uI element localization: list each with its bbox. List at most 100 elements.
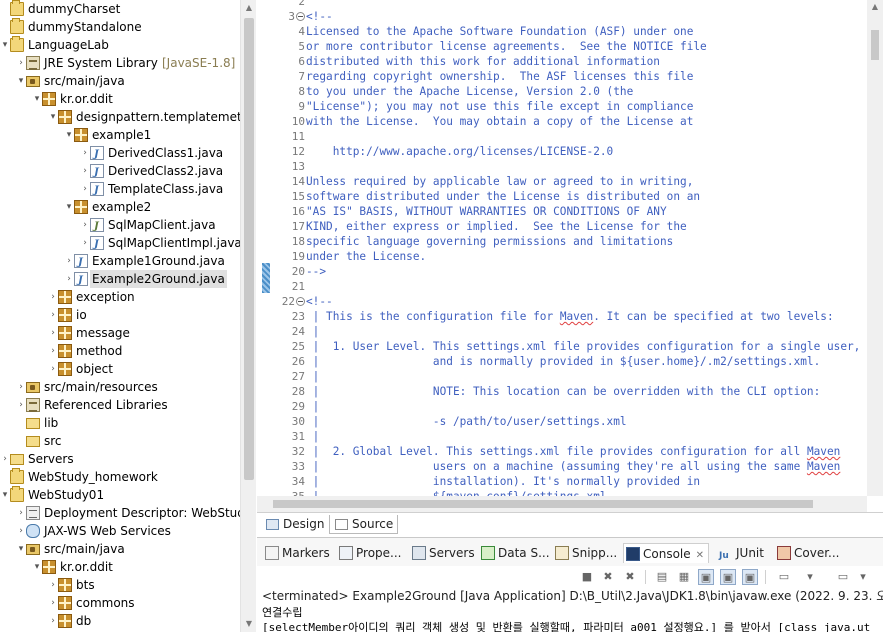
fold-toggle-icon[interactable] xyxy=(296,297,305,306)
expand-arrow-icon[interactable]: › xyxy=(80,216,90,234)
code-line[interactable]: with the License. You may obtain a copy … xyxy=(306,114,693,129)
tree-item[interactable]: src xyxy=(0,432,240,450)
code-line[interactable]: to you under the Apache License, Version… xyxy=(306,84,633,99)
pin-console-icon[interactable]: ▣ xyxy=(742,569,758,585)
tree-item[interactable]: › object xyxy=(0,360,240,378)
code-line[interactable]: under the License. xyxy=(306,249,426,264)
code-line[interactable]: | This is the configuration file for Mav… xyxy=(306,309,834,324)
change-marker[interactable] xyxy=(262,263,270,293)
tab-snippets[interactable]: Snipp... xyxy=(553,543,617,563)
expand-arrow-icon[interactable]: › xyxy=(64,252,74,270)
tab-markers[interactable]: Markers xyxy=(263,543,330,563)
expand-arrow-icon[interactable]: › xyxy=(48,324,58,342)
tree-item[interactable]: ▾ src/main/java xyxy=(0,540,240,558)
code-line[interactable]: | 1. User Level. This settings.xml file … xyxy=(306,339,861,354)
explorer-scrollbar[interactable]: ▲ ▼ xyxy=(240,0,256,632)
expand-arrow-icon[interactable]: › xyxy=(16,378,26,396)
display-selected-console-dropdown-icon[interactable]: ▾ xyxy=(802,569,818,585)
expand-arrow-icon[interactable]: › xyxy=(80,162,90,180)
code-line[interactable]: KIND, either express or implied. See the… xyxy=(306,219,687,234)
tree-item[interactable]: dummyStandalone xyxy=(0,18,240,36)
collapse-arrow-icon[interactable]: ▾ xyxy=(0,486,10,504)
code-line[interactable]: http://www.apache.org/licenses/LICENSE-2… xyxy=(306,144,614,159)
code-line[interactable]: <!-- xyxy=(306,294,333,309)
expand-arrow-icon[interactable]: › xyxy=(16,54,26,72)
tree-item[interactable]: › SqlMapClient.java xyxy=(0,216,240,236)
collapse-arrow-icon[interactable]: ▾ xyxy=(32,90,42,108)
expand-arrow-icon[interactable]: › xyxy=(48,288,58,306)
word-wrap-icon[interactable]: ▦ xyxy=(676,569,692,585)
code-area[interactable]: <!-- Licensed to the Apache Software Foun… xyxy=(306,0,866,503)
tree-item[interactable]: › bts xyxy=(0,576,240,594)
tree-item[interactable]: › method xyxy=(0,342,240,360)
tree-item[interactable]: lib xyxy=(0,414,240,432)
tree-item[interactable]: ▾ example2 xyxy=(0,198,240,216)
tree-item[interactable]: WebStudy_homework xyxy=(0,468,240,486)
tree-item[interactable]: › Example2Ground.java xyxy=(0,270,240,290)
tree-item[interactable]: › exception xyxy=(0,288,240,306)
show-console-on-error-icon[interactable]: ▣ xyxy=(720,569,736,585)
tree-item[interactable]: ▾ src/main/java xyxy=(0,72,240,90)
code-line[interactable]: | -s /path/to/user/settings.xml xyxy=(306,414,627,429)
code-line[interactable]: Unless required by applicable law or agr… xyxy=(306,174,693,189)
close-icon[interactable]: ✕ xyxy=(696,550,704,561)
code-line[interactable]: | users on a machine (assuming they're a… xyxy=(306,459,841,474)
collapse-arrow-icon[interactable]: ▾ xyxy=(64,198,74,216)
expand-arrow-icon[interactable]: › xyxy=(48,306,58,324)
editor-vscroll-thumb[interactable] xyxy=(871,30,879,60)
open-console-icon[interactable]: ▭ xyxy=(835,569,851,585)
tab-data-source[interactable]: Data S... xyxy=(479,543,550,563)
editor-horizontal-scrollbar[interactable] xyxy=(257,496,867,512)
tab-junit[interactable]: JUnit xyxy=(717,543,764,566)
tree-item[interactable]: › Example1Ground.java xyxy=(0,252,240,272)
tree-item[interactable]: › db xyxy=(0,612,240,630)
tab-source[interactable]: Source xyxy=(329,515,399,534)
code-line[interactable]: "AS IS" BASIS, WITHOUT WARRANTIES OR CON… xyxy=(306,204,667,219)
open-console-dropdown-icon[interactable]: ▾ xyxy=(855,569,871,585)
tree-item[interactable]: › JRE System Library [JavaSE-1.8] xyxy=(0,54,240,72)
code-line[interactable]: | xyxy=(306,429,320,444)
display-selected-console-icon[interactable]: ▭ xyxy=(776,569,792,585)
tab-coverage[interactable]: Cover... xyxy=(775,543,839,563)
tree-item[interactable]: › DerivedClass1.java xyxy=(0,144,240,164)
code-line[interactable]: distributed with this work for additiona… xyxy=(306,54,660,69)
code-line[interactable]: "License"); you may not use this file ex… xyxy=(306,99,693,114)
tree-item[interactable]: › Deployment Descriptor: WebStudy01 xyxy=(0,504,240,522)
expand-arrow-icon[interactable]: › xyxy=(48,360,58,378)
tree-item[interactable]: › src/main/resources xyxy=(0,378,240,396)
collapse-arrow-icon[interactable]: ▾ xyxy=(64,126,74,144)
expand-arrow-icon[interactable]: › xyxy=(48,576,58,594)
editor-hscroll-thumb[interactable] xyxy=(273,500,813,508)
expand-arrow-icon[interactable]: › xyxy=(80,180,90,198)
tree-item[interactable]: › TemplateClass.java xyxy=(0,180,240,200)
tab-design[interactable]: Design xyxy=(261,515,328,534)
tree-item[interactable]: ▾ example1 xyxy=(0,126,240,144)
tree-item[interactable]: › SqlMapClientImpl.java xyxy=(0,234,240,254)
collapse-arrow-icon[interactable]: ▾ xyxy=(48,108,58,126)
expand-arrow-icon[interactable]: › xyxy=(16,522,26,540)
expand-arrow-icon[interactable]: › xyxy=(0,450,10,468)
expand-arrow-icon[interactable]: › xyxy=(80,144,90,162)
tree-item[interactable]: ▾ designpattern.templatemethod xyxy=(0,108,240,126)
code-line[interactable]: | NOTE: This location can be overridden … xyxy=(306,384,821,399)
code-line[interactable]: --> xyxy=(306,264,326,279)
show-console-on-output-icon[interactable]: ▣ xyxy=(698,569,714,585)
terminate-icon[interactable]: ■ xyxy=(579,569,595,585)
expand-arrow-icon[interactable]: › xyxy=(16,396,26,414)
expand-arrow-icon[interactable]: › xyxy=(64,270,74,288)
code-line[interactable]: regarding copyright ownership. The ASF l… xyxy=(306,69,693,84)
editor-vertical-scrollbar[interactable]: ▲ xyxy=(867,0,883,496)
scroll-lock-icon[interactable]: ▤ xyxy=(654,569,670,585)
tree-item[interactable]: ▾ WebStudy01 xyxy=(0,486,240,504)
scroll-up-arrow-icon[interactable]: ▲ xyxy=(867,0,883,14)
expand-arrow-icon[interactable]: › xyxy=(80,234,90,252)
collapse-arrow-icon[interactable]: ▾ xyxy=(16,72,26,90)
remove-launch-icon[interactable]: ✖ xyxy=(600,569,616,585)
tree-item[interactable]: › Referenced Libraries xyxy=(0,396,240,414)
code-line[interactable]: Licensed to the Apache Software Foundati… xyxy=(306,24,693,39)
tree-item[interactable]: ▾ LanguageLab xyxy=(0,36,240,54)
code-line[interactable]: or more contributor license agreements. … xyxy=(306,39,707,54)
code-line[interactable]: software distributed under the License i… xyxy=(306,189,700,204)
tab-servers[interactable]: Servers xyxy=(410,543,475,563)
collapse-arrow-icon[interactable]: ▾ xyxy=(0,36,10,54)
